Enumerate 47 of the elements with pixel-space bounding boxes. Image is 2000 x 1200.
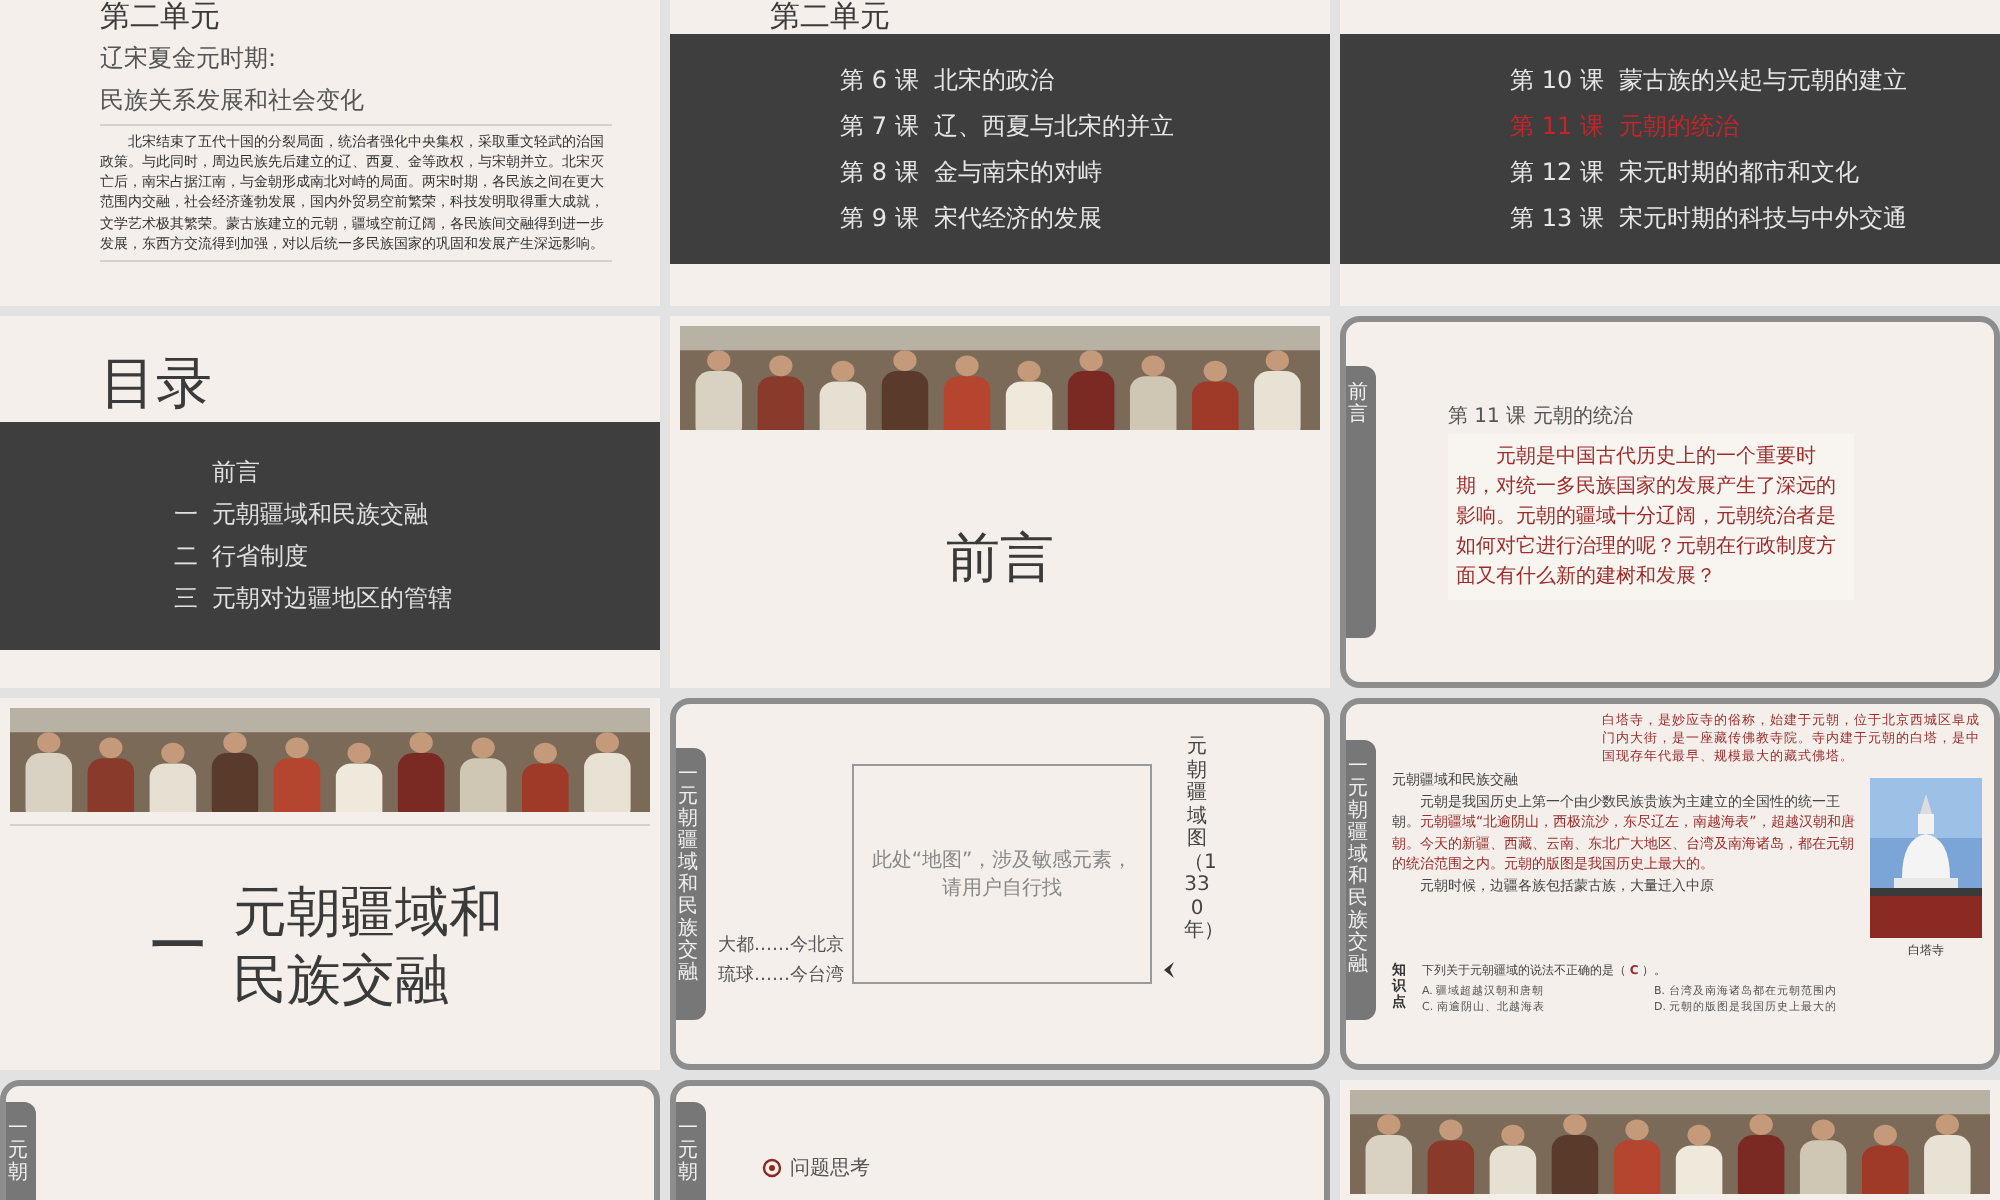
lesson-item: 第 10 课 蒙古族的兴起与元朝的建立: [1510, 63, 1910, 97]
text-box: 元朝是中国古代历史上的一个重要时期，对统一多民族国家的发展产生了深远的影响。元朝的疆域十分辽阔，元朝统治者是如何对它进行治理的呢？元朝在行政制度方面又有什么新的建树和发展？: [1448, 434, 1854, 600]
contents-item[interactable]: 行省制度: [212, 540, 308, 574]
lesson-item: 第 8 课 金与南宋的对峙: [840, 155, 1104, 189]
section-title: 前言: [946, 525, 1054, 593]
slide-thumbnail[interactable]: 第二单元 第 6 课 北宋的政治 第 7 课 辽、西夏与北宋的并立 第 8 课 金与南宋的对峙 第 9 课 宋代经济的发展: [670, 0, 1330, 306]
side-tab: 一元朝: [676, 1102, 706, 1200]
circle-icon: [762, 1158, 782, 1178]
lesson-item: 第 11 课 元朝的统治: [1510, 109, 1742, 143]
legend-text: 琉球……今台湾: [718, 963, 844, 988]
slide-thumbnail[interactable]: 前言: [670, 316, 1330, 688]
contents-item[interactable]: 元朝疆域和民族交融: [212, 498, 428, 532]
lesson-item: 第 13 课 宋元时期的科技与中外交通: [1510, 201, 1910, 235]
side-tab: 一元朝疆域和民族交融: [676, 748, 706, 1020]
slide-thumbnail[interactable]: 一元朝: [0, 1080, 660, 1200]
lesson-item: 第 9 课 宋代经济的发展: [840, 201, 1104, 235]
slide-title: 第二单元: [770, 0, 890, 34]
slide-thumbnail[interactable]: 一元朝 问题思考: [670, 1080, 1330, 1200]
slide-thumbnail[interactable]: 第 10 课 蒙古族的兴起与元朝的建立 第 11 课 元朝的统治 第 12 课 宋元时期的都市和文化 第 13 课 宋元时期的科技与中外交通: [1340, 0, 2000, 306]
slide-title: 第二单元: [100, 0, 222, 34]
chevron-left-icon[interactable]: [1160, 960, 1176, 980]
legend-text: 大都……今北京: [718, 933, 844, 958]
section-title: 元朝疆域和民族交融: [233, 880, 506, 1016]
slide-thumbnail[interactable]: [1340, 698, 2000, 1070]
lesson-item: 第 7 课 辽、西夏与北宋的并立: [840, 109, 1176, 143]
lesson-item: 第 6 课 北宋的政治: [840, 63, 1056, 97]
slide-subtitle: 辽宋夏金元时期:: [100, 42, 279, 76]
section-numeral: 一: [151, 914, 206, 982]
side-tab: 一元朝: [6, 1102, 36, 1200]
lesson-heading: 第 11 课 元朝的统治: [1448, 403, 1635, 430]
slide-title: 目录: [100, 348, 212, 420]
contents-item[interactable]: 元朝对边疆地区的管辖: [212, 582, 452, 616]
placeholder-note: 此处“地图”，涉及敏感元素，请用户自行找: [869, 847, 1135, 902]
slide-thumbnail[interactable]: 一元朝疆域和民族交融 大都……今北京 琉球……今台湾 此处“地图”，涉及敏感元素，请用户自行找 元朝疆域图（1330年）: [670, 698, 1330, 1070]
side-tab: 前言: [1346, 366, 1376, 638]
slide-thumbnail[interactable]: [0, 0, 660, 306]
slide-thumbnail[interactable]: 目录 前言 一 元朝疆域和民族交融 二 行省制度 三 元朝对边疆地区的管辖: [0, 316, 660, 688]
map-title: 元朝疆域图（1330年）: [1184, 736, 1210, 943]
item-numeral: 三: [172, 582, 200, 616]
item-numeral: 二: [172, 540, 200, 574]
section-heading: 问题思考: [790, 1155, 870, 1182]
item-numeral: 一: [172, 498, 200, 532]
contents-item[interactable]: 前言: [212, 456, 260, 490]
slide-thumbnail[interactable]: 前言 第 11 课 元朝的统治 元朝是中国古代历史上的一个重要时期，对统一多民族国家的发展产生了深远的影响。元朝的疆域十分辽阔，元朝统治者是如何对它进行治理的呢？元朝在行政制度方面又有什么新的建树和发展？: [1340, 316, 2000, 688]
slide-subtitle: 民族关系发展和社会变化: [100, 84, 366, 118]
lesson-item: 第 12 课 宋元时期的都市和文化: [1510, 155, 1862, 189]
side-tab: 一元朝疆域和民族交融: [1346, 740, 1376, 1020]
